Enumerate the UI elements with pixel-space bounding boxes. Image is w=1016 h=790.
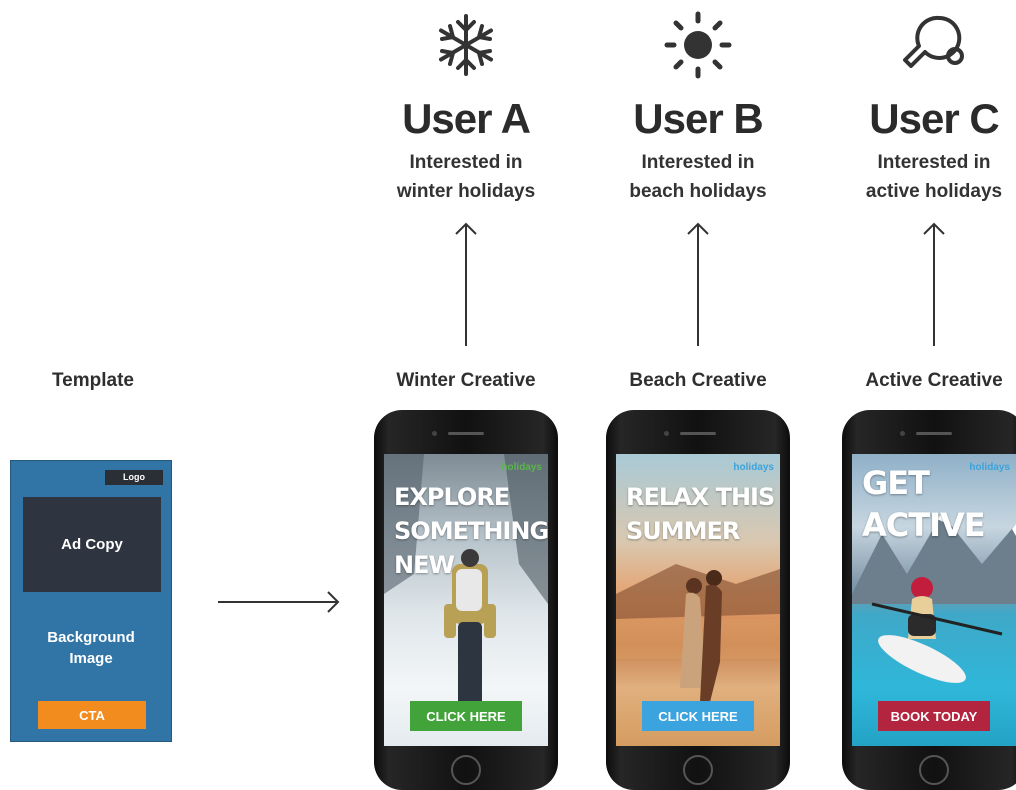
user-b-desc-line2: beach holidays (629, 181, 767, 202)
up-arrow-b (687, 222, 709, 346)
user-b-title: User B (633, 95, 763, 142)
phone-speaker (916, 432, 952, 435)
template-card: Logo Ad Copy Background Image CTA (10, 460, 172, 742)
active-creative-phone: GET ACTIVE holidays BOOK TODAY (842, 410, 1016, 790)
right-arrow (218, 591, 340, 613)
template-label: Template (51, 370, 134, 391)
phone-speaker (680, 432, 716, 435)
active-creative-screen: GET ACTIVE holidays BOOK TODAY (852, 454, 1016, 746)
template-logo-slot: Logo (105, 470, 163, 485)
sun-icon (664, 11, 732, 79)
user-a-desc-line2: winter holidays (396, 181, 536, 202)
winter-headline: EXPLORE SOMETHING NEW (394, 483, 548, 579)
active-headline: GET ACTIVE (862, 464, 986, 544)
user-b-desc-line1: Interested in (641, 152, 755, 173)
user-a-title: User A (402, 95, 531, 142)
ping-pong-paddle-icon (903, 15, 964, 68)
beach-creative-phone: RELAX THIS SUMMER holidays CLICK HERE (606, 410, 790, 790)
user-a-desc-line1: Interested in (409, 152, 523, 173)
user-c-title: User C (869, 95, 999, 142)
template-ad-copy-slot: Ad Copy (23, 497, 161, 592)
active-creative-label: Active Creative (865, 370, 1003, 391)
phone-camera (900, 431, 905, 436)
user-c-desc-line2: active holidays (865, 181, 1003, 202)
winter-creative-screen: EXPLORE SOMETHING NEW holidays CLICK HER… (384, 454, 548, 746)
template-background-slot: Background Image (11, 627, 171, 669)
template-background-line1: Background (47, 629, 135, 646)
beach-creative-screen: RELAX THIS SUMMER holidays CLICK HERE (616, 454, 780, 746)
active-brand-logo: holidays (969, 462, 1010, 473)
winter-creative-phone: EXPLORE SOMETHING NEW holidays CLICK HER… (374, 410, 558, 790)
beach-creative-label: Beach Creative (629, 370, 767, 391)
phone-speaker (448, 432, 484, 435)
active-cta-button[interactable]: BOOK TODAY (878, 701, 990, 731)
user-b-description: Interested in beach holidays (613, 148, 783, 206)
winter-creative-label: Winter Creative (396, 370, 536, 391)
template-background-line2: Image (69, 650, 113, 667)
phone-home-button (451, 755, 481, 785)
up-arrow-c (923, 222, 945, 346)
template-cta-slot: CTA (38, 701, 146, 729)
beach-headline: RELAX THIS SUMMER (626, 483, 775, 545)
user-a-description: Interested in winter holidays (381, 148, 551, 206)
up-arrow-a (455, 222, 477, 346)
beach-brand-logo: holidays (733, 462, 774, 473)
snowflake-icon (439, 14, 493, 76)
phone-home-button (919, 755, 949, 785)
winter-brand-logo: holidays (501, 462, 542, 473)
beach-cta-button[interactable]: CLICK HERE (642, 701, 754, 731)
user-c-description: Interested in active holidays (849, 148, 1016, 206)
user-c-desc-line1: Interested in (877, 152, 991, 173)
phone-camera (664, 431, 669, 436)
phone-home-button (683, 755, 713, 785)
phone-camera (432, 431, 437, 436)
winter-cta-button[interactable]: CLICK HERE (410, 701, 522, 731)
